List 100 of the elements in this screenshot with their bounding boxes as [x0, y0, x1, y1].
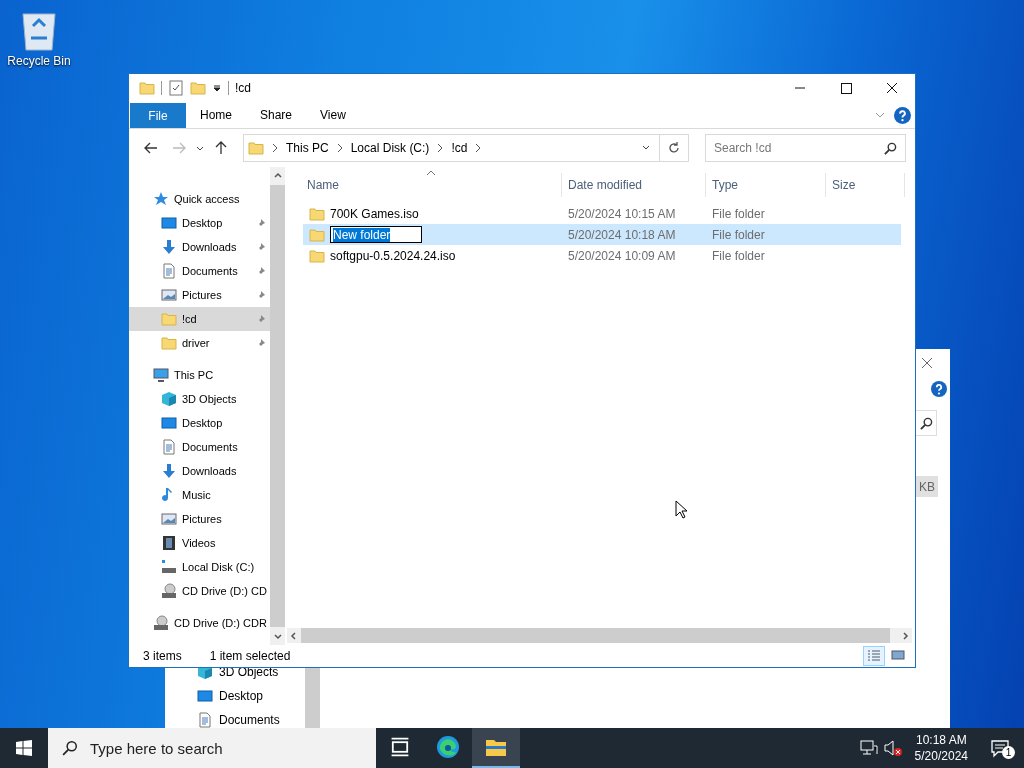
- file-row[interactable]: 700K Games.iso 5/20/2024 10:15 AM File folder: [303, 203, 901, 224]
- chevron-icon[interactable]: [475, 143, 482, 153]
- breadcrumb[interactable]: Local Disk (C:): [350, 141, 430, 155]
- file-row[interactable]: New folder 5/20/2024 10:18 AM File folder: [303, 224, 901, 245]
- refresh-icon: [666, 140, 682, 156]
- nav-item[interactable]: Desktop: [129, 211, 270, 235]
- column-header[interactable]: Name: [303, 173, 562, 197]
- file-row[interactable]: softgpu-0.5.2024.24.iso 5/20/2024 10:09 AM File folder: [303, 245, 901, 266]
- address-bar[interactable]: This PC Local Disk (C:) !cd: [243, 134, 689, 162]
- nav-item[interactable]: This PC: [129, 363, 270, 387]
- picture-icon: [161, 287, 177, 303]
- date-modified: 5/20/2024 10:18 AM: [568, 227, 676, 242]
- computer-icon: [153, 367, 169, 383]
- search-icon: [62, 740, 78, 756]
- disc-drive-icon: [153, 615, 169, 631]
- sort-caret-icon: [426, 170, 436, 176]
- document-icon: [161, 439, 177, 455]
- nav-item[interactable]: CD Drive (D:) CDR: [129, 611, 270, 635]
- taskbar-search-field[interactable]: Type here to search: [48, 728, 376, 768]
- file-type: File folder: [712, 248, 765, 263]
- folder-icon: [248, 140, 264, 156]
- column-header[interactable]: Date modified: [562, 173, 706, 197]
- file-type: File folder: [712, 206, 765, 221]
- chevron-icon[interactable]: [437, 143, 444, 153]
- chevron-icon[interactable]: [272, 143, 278, 153]
- nav-item[interactable]: Desktop: [197, 688, 280, 704]
- document-icon: [161, 263, 177, 279]
- clock-time: 10:18 AM: [915, 732, 967, 748]
- nav-item[interactable]: Documents: [197, 712, 280, 728]
- folder-icon: [309, 226, 325, 243]
- breadcrumb[interactable]: This PC: [286, 141, 329, 155]
- cube-icon: [161, 391, 177, 407]
- chevron-icon[interactable]: [336, 143, 343, 153]
- date-modified: 5/20/2024 10:09 AM: [568, 248, 676, 263]
- clock[interactable]: 10:18 AM 5/20/2024: [906, 728, 976, 768]
- ribbon-tab[interactable]: Share: [246, 102, 307, 128]
- notification-count: 1: [1002, 746, 1015, 759]
- taskbar-app[interactable]: [472, 728, 520, 768]
- search-field[interactable]: Search !cd: [705, 134, 906, 162]
- windows-logo-icon: [16, 740, 32, 756]
- help-icon[interactable]: [894, 106, 911, 124]
- muted-speaker-icon[interactable]: [882, 738, 903, 758]
- nav-item[interactable]: Pictures: [129, 507, 270, 531]
- folder-icon: [309, 247, 325, 264]
- item-count: 3 items: [143, 649, 182, 663]
- down-arrow-icon: [161, 239, 177, 255]
- help-icon[interactable]: [931, 381, 947, 397]
- folder-icon: [161, 335, 177, 351]
- search-placeholder: Type here to search: [90, 739, 223, 757]
- size-unit-label: KB: [916, 476, 938, 497]
- nav-item[interactable]: CD Drive (D:) CD: [129, 579, 270, 603]
- ribbon-tab[interactable]: Home: [186, 102, 246, 128]
- nav-item[interactable]: Downloads: [129, 459, 270, 483]
- folder-icon: [161, 311, 177, 327]
- folder-icon: [190, 80, 206, 96]
- scrollbar[interactable]: [287, 628, 912, 643]
- monitor-icon: [161, 415, 177, 431]
- nav-item[interactable]: Documents: [129, 435, 270, 459]
- close-icon[interactable]: [922, 358, 932, 368]
- search-placeholder: Search !cd: [714, 141, 773, 155]
- rename-field[interactable]: New folder: [330, 226, 422, 243]
- nav-item[interactable]: driver: [129, 331, 270, 355]
- star-icon: [153, 191, 169, 207]
- drive-icon: [161, 559, 177, 575]
- desktop-icon-label[interactable]: Recycle Bin: [7, 54, 71, 68]
- dropdown-icon[interactable]: [212, 83, 222, 93]
- monitor-icon: [161, 215, 177, 231]
- folder-icon: [309, 205, 325, 222]
- breadcrumb[interactable]: !cd: [451, 141, 468, 155]
- ribbon-tab[interactable]: View: [306, 102, 360, 128]
- monitor-icon: [197, 688, 213, 704]
- nav-item[interactable]: Documents: [129, 259, 270, 283]
- nav-item[interactable]: Videos: [129, 531, 270, 555]
- nav-item[interactable]: 3D Objects: [129, 387, 270, 411]
- message-icon: [990, 738, 1010, 758]
- large-icons-view-icon: [891, 649, 905, 661]
- nav-item[interactable]: Local Disk (C:): [129, 555, 270, 579]
- properties-icon[interactable]: [168, 80, 184, 96]
- nav-item[interactable]: Music: [129, 483, 270, 507]
- folder-icon: [139, 80, 155, 96]
- column-header[interactable]: Size: [826, 173, 905, 197]
- clock-date: 5/20/2024: [914, 748, 968, 764]
- selection-count: 1 item selected: [209, 649, 291, 663]
- nav-item[interactable]: Desktop: [129, 411, 270, 435]
- down-arrow-icon: [161, 463, 177, 479]
- nav-item[interactable]: Pictures: [129, 283, 270, 307]
- browser-icon: [436, 735, 460, 759]
- nav-item[interactable]: Quick access: [129, 187, 270, 211]
- file-name: 700K Games.iso: [330, 206, 419, 221]
- network-icon[interactable]: [858, 738, 879, 758]
- file-type: File folder: [712, 227, 765, 242]
- notification-button[interactable]: 1: [976, 728, 1024, 768]
- nav-item[interactable]: Downloads: [129, 235, 270, 259]
- nav-item[interactable]: !cd: [129, 307, 270, 331]
- picture-icon: [161, 511, 177, 527]
- column-header[interactable]: Type: [706, 173, 826, 197]
- scrollbar[interactable]: [305, 667, 320, 728]
- scrollbar[interactable]: [270, 167, 285, 645]
- file-tab[interactable]: File: [130, 103, 186, 128]
- mouse-cursor-icon: [675, 500, 687, 519]
